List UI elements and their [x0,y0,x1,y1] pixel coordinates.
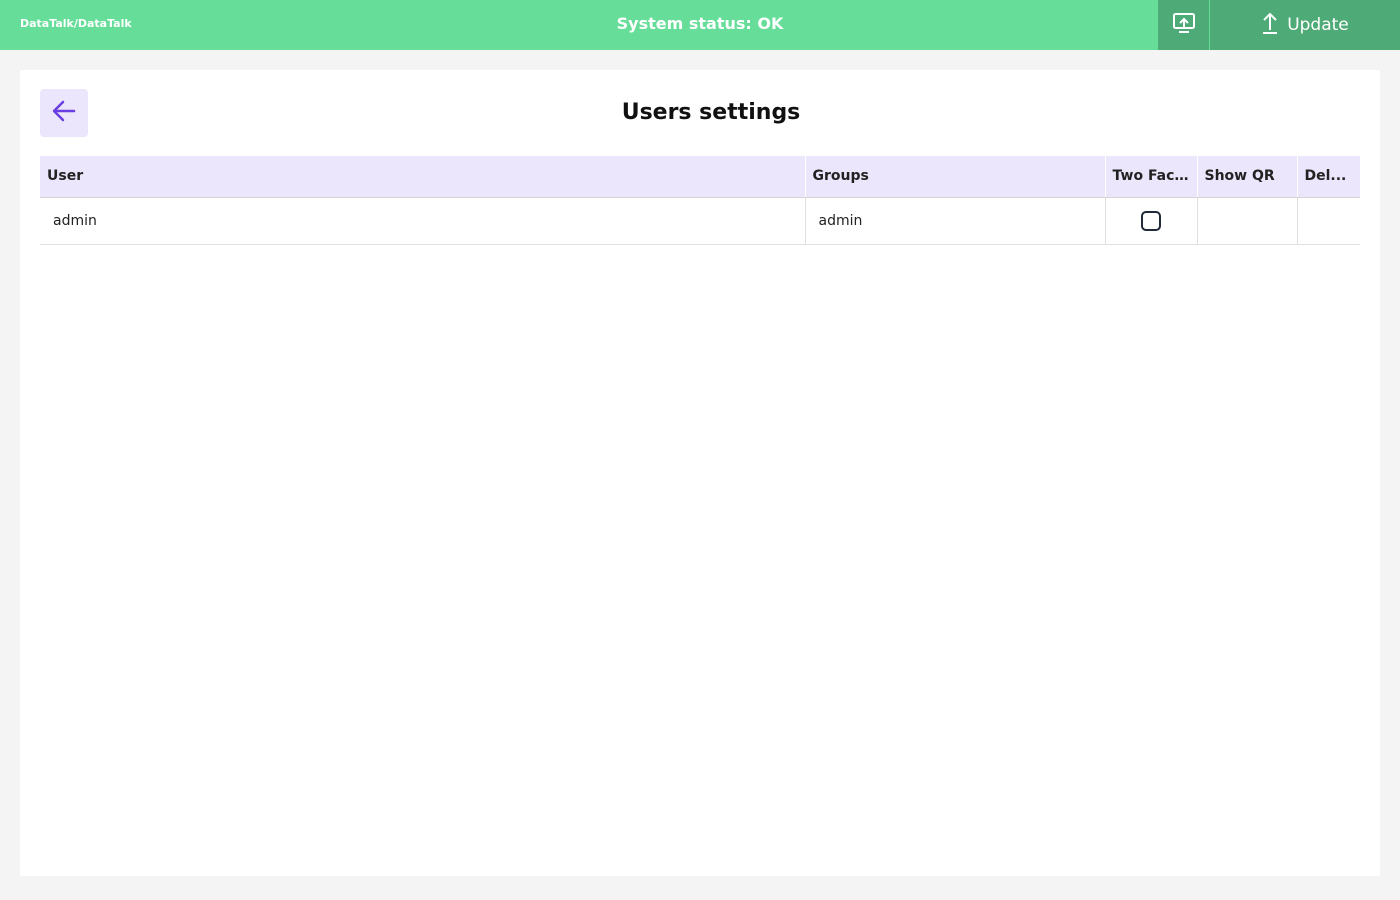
cell-delete [1296,197,1360,245]
column-header-delete[interactable]: Del... [1296,156,1360,198]
monitor-upload-icon [1172,12,1196,38]
page-title: Users settings [621,100,801,125]
upload-arrow-icon [1261,11,1279,40]
two-factor-checkbox[interactable] [1141,210,1161,231]
users-table: User Groups Two Fac... Show QR Del... ad… [40,156,1360,245]
column-header-show-qr[interactable]: Show QR [1196,156,1297,198]
cell-show-qr [1196,197,1297,245]
cell-two-factor [1104,197,1197,245]
column-header-user[interactable]: User [40,156,805,198]
column-header-two-factor[interactable]: Two Fac... [1104,156,1197,198]
top-bar: DataTalk/DataTalk System status: OK Upda… [0,0,1400,50]
table-header-row: User Groups Two Fac... Show QR Del... [40,156,1360,198]
update-label: Update [1287,15,1349,35]
update-button[interactable]: Update [1210,0,1400,50]
system-status: System status: OK [616,14,784,33]
column-header-groups[interactable]: Groups [804,156,1105,198]
deploy-button[interactable] [1158,0,1209,50]
cell-user: admin [40,197,805,245]
settings-panel: Users settings User Groups Two Fac... Sh… [20,70,1380,876]
table-row: admin admin [40,197,1360,245]
cell-groups[interactable]: admin [804,197,1105,245]
